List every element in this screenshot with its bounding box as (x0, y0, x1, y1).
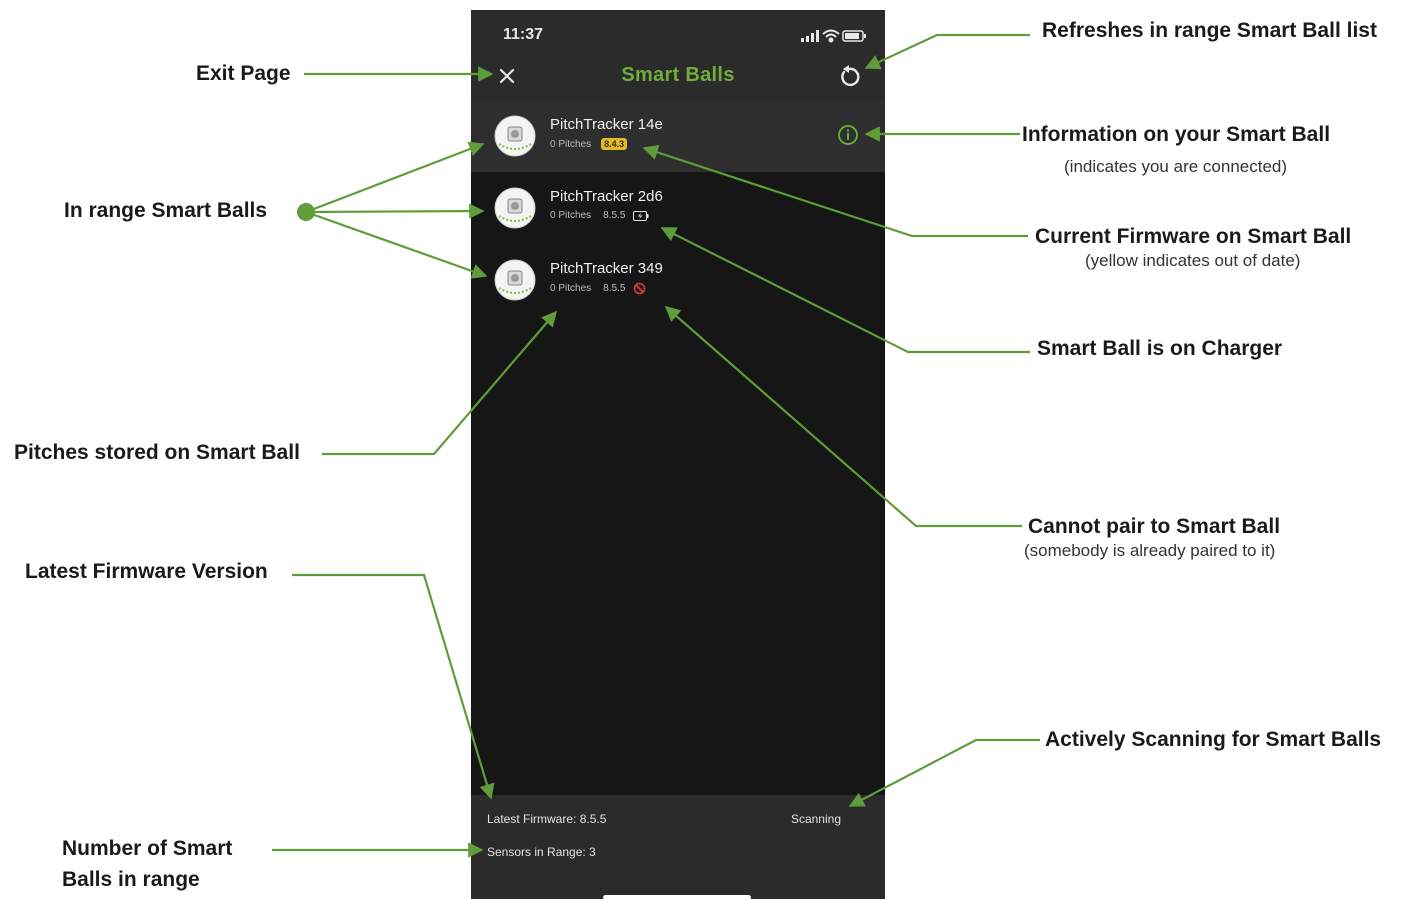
smart-ball-icon (494, 187, 536, 229)
annotation-number-in-range: Number of Smart (62, 837, 233, 860)
annotation-exit-page: Exit Page (196, 62, 291, 85)
smart-ball-list: PitchTracker 14e 0 Pitches 8.4.3 PitchTr… (471, 100, 885, 316)
phone-screen: 11:37 Smart Balls PitchTracker 14e 0 Pit… (471, 10, 885, 899)
pitch-count: 0 Pitches (550, 283, 592, 294)
firmware-version: 8.5.5 (603, 283, 626, 294)
firmware-badge-outdated: 8.4.3 (601, 138, 628, 150)
status-bar: 11:37 (471, 10, 885, 60)
ball-meta: 0 Pitches 8.4.3 (550, 138, 628, 150)
sensors-in-range-text: Sensors in Range: 3 (487, 845, 596, 859)
annotation-refreshes: Refreshes in range Smart Ball list (1042, 19, 1377, 42)
annotation-latest-firmware: Latest Firmware Version (25, 560, 268, 583)
ball-name: PitchTracker 2d6 (550, 188, 663, 205)
pitch-count: 0 Pitches (550, 210, 592, 221)
firmware-version: 8.5.5 (603, 210, 626, 221)
annotation-information-sub: (indicates you are connected) (1064, 157, 1288, 176)
latest-firmware-text: Latest Firmware: 8.5.5 (487, 812, 607, 826)
ball-name: PitchTracker 14e (550, 116, 663, 133)
in-range-junction-dot (297, 203, 315, 221)
annotation-on-charger: Smart Ball is on Charger (1037, 337, 1283, 360)
arrow-latest-firmware (292, 573, 495, 800)
annotation-current-firmware: Current Firmware on Smart Ball (1035, 225, 1352, 248)
battery-charging-icon (633, 210, 649, 221)
annotation-in-range: In range Smart Balls (64, 199, 268, 222)
annotation-pitches-stored: Pitches stored on Smart Ball (14, 441, 300, 464)
blocked-icon (634, 282, 646, 295)
arrow-in-range-1 (305, 141, 485, 214)
info-icon[interactable] (837, 124, 859, 146)
ball-row-349[interactable]: PitchTracker 349 0 Pitches 8.5.5 (471, 244, 885, 316)
page-title: Smart Balls (621, 64, 735, 86)
ball-row-2d6[interactable]: PitchTracker 2d6 0 Pitches 8.5.5 (471, 172, 885, 244)
ball-meta: 0 Pitches 8.5.5 (550, 282, 646, 295)
annotation-information: Information on your Smart Ball (1022, 123, 1331, 146)
scanning-status: Scanning (790, 812, 841, 826)
smart-ball-icon (494, 115, 536, 157)
cellular-signal-icon (801, 30, 819, 42)
arrow-in-range-2 (305, 203, 485, 219)
pitch-count: 0 Pitches (550, 138, 592, 150)
refresh-icon[interactable] (837, 64, 861, 88)
ball-meta: 0 Pitches 8.5.5 (550, 210, 649, 221)
annotation-number-in-range-2: Balls in range (62, 868, 200, 891)
battery-icon (842, 30, 866, 42)
wifi-icon (822, 29, 840, 43)
status-footer: Latest Firmware: 8.5.5 Scanning Sensors … (471, 795, 885, 899)
annotation-scanning: Actively Scanning for Smart Balls (1045, 728, 1382, 751)
arrow-refreshes (864, 33, 1030, 70)
arrow-in-range-3 (305, 210, 488, 279)
ball-row-14e[interactable]: PitchTracker 14e 0 Pitches 8.4.3 (471, 100, 885, 172)
home-indicator (603, 895, 751, 899)
ball-name: PitchTracker 349 (550, 260, 663, 277)
nav-bar: Smart Balls (471, 60, 885, 100)
status-icons (801, 29, 866, 43)
status-time: 11:37 (503, 26, 544, 43)
annotation-current-firmware-sub: (yellow indicates out of date) (1085, 251, 1301, 270)
annotation-cannot-pair-sub: (somebody is already paired to it) (1024, 541, 1276, 560)
annotation-cannot-pair: Cannot pair to Smart Ball (1028, 515, 1281, 538)
smart-ball-icon (494, 259, 536, 301)
